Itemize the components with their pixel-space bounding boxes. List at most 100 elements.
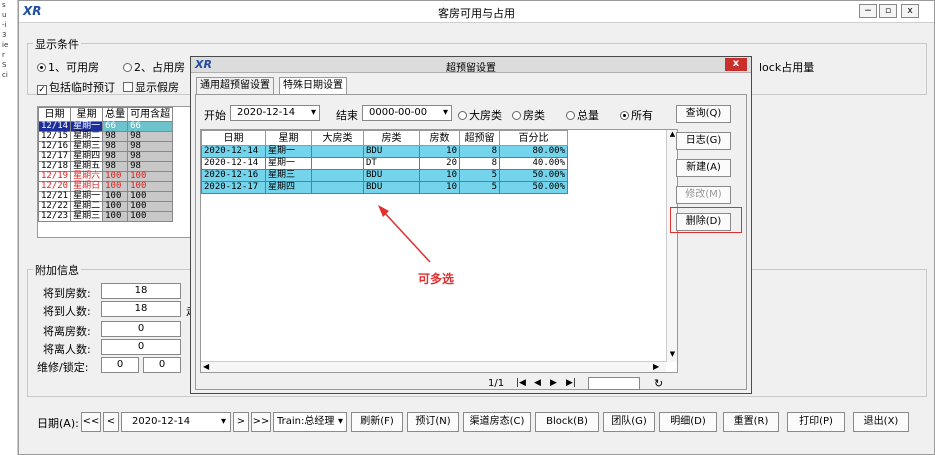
refresh-button[interactable]: 刷新(F) (351, 412, 403, 432)
scroll-down-icon[interactable]: ▼ (667, 350, 677, 358)
radio-occupied[interactable]: 2、占用房 (123, 59, 185, 75)
maint-label: 维修/锁定: (37, 361, 89, 374)
grid-row[interactable]: 12/14 星期一 66 66 (38, 121, 174, 132)
check-show-fake[interactable]: 显示假房 (123, 79, 179, 95)
chevron-down-icon: ▾ (310, 107, 316, 118)
edge-glyph: S (2, 61, 7, 69)
filter-big-type[interactable]: 大房类 (458, 107, 502, 123)
grid-row[interactable]: 12/22 星期二 100 100 (38, 201, 174, 212)
grid-cell-date: 12/16 (38, 141, 72, 152)
first-date-button[interactable]: << (81, 412, 101, 432)
pager-prev-icon[interactable]: ◀ (534, 378, 541, 388)
reset-button[interactable]: 重置(R) (723, 412, 779, 432)
grid-row[interactable]: 12/19 星期六 100 100 (38, 171, 174, 182)
grid-row[interactable]: 12/18 星期五 98 98 (38, 161, 174, 172)
pager-input[interactable] (588, 377, 640, 390)
radio-available[interactable]: 1、可用房 (37, 59, 99, 75)
availability-grid[interactable]: 日期 星期 总量 可用含超 12/14 星期一 66 66 12/15 星期二 98 98 12… (37, 106, 209, 238)
maximize-button[interactable]: ▫ (879, 4, 897, 18)
prev-date-button[interactable]: < (103, 412, 119, 432)
arr-rooms-label: 将到房数: (43, 287, 91, 300)
special-cell-pct: 40.00% (499, 157, 568, 170)
grid-cell-total: 100 (102, 201, 129, 212)
group-button[interactable]: 团队(G) (603, 412, 655, 432)
radio-occupied-label: 2、占用房 (134, 61, 185, 74)
channel-status-button[interactable]: 渠道房态(C) (463, 412, 531, 432)
log-button[interactable]: 日志(G) (676, 132, 731, 150)
close-button[interactable]: x (901, 4, 919, 18)
radio-off-icon (123, 63, 132, 72)
check-include-temp[interactable]: ✓ 包括临时预订 (37, 79, 115, 95)
grid-row[interactable]: 12/16 星期三 98 98 (38, 141, 174, 152)
grid-cell-total: 66 (102, 121, 129, 132)
grid-cell-avail: 100 (127, 191, 174, 202)
grid-cell-week: 星期二 (70, 131, 104, 142)
special-date-row[interactable]: 2020-12-17 星期四 BDU 10 5 50.00% (201, 181, 568, 194)
tab-general-overbooking[interactable]: 通用超预留设置 (196, 77, 274, 95)
filter-all-label: 所有 (631, 109, 653, 122)
dcol-count: 房数 (419, 130, 460, 146)
grid-row[interactable]: 12/15 星期二 98 98 (38, 131, 174, 142)
user-select[interactable]: Train:总经理 ▾ (273, 412, 347, 432)
special-date-row[interactable]: 2020-12-14 星期一 DT 20 8 40.00% (201, 157, 568, 170)
block-button[interactable]: Block(B) (535, 412, 599, 432)
grid-cell-date: 12/14 (38, 121, 72, 132)
grid-row[interactable]: 12/17 星期四 98 98 (38, 151, 174, 162)
pager-last-icon[interactable]: ▶| (566, 378, 576, 388)
checkbox-unchecked-icon (123, 82, 133, 92)
pager-first-icon[interactable]: |◀ (516, 378, 526, 388)
grid-cell-avail: 100 (127, 171, 174, 182)
grid-cell-avail: 98 (127, 151, 174, 162)
new-button[interactable]: 新建(A) (676, 159, 731, 177)
special-date-row[interactable]: 2020-12-16 星期三 BDU 10 5 50.00% (201, 169, 568, 182)
query-button[interactable]: 查询(Q) (676, 105, 731, 123)
start-date-picker[interactable]: 2020-12-14 ▾ (230, 105, 320, 121)
minimize-button[interactable]: − (859, 4, 877, 18)
scroll-left-icon[interactable]: ◀ (203, 362, 209, 371)
special-cell-over: 5 (459, 169, 500, 182)
grid-cell-avail: 66 (127, 121, 174, 132)
dialog-close-button[interactable]: x (725, 58, 747, 71)
next-date-button[interactable]: > (233, 412, 249, 432)
tab-special-date[interactable]: 特殊日期设置 (279, 77, 347, 95)
grid-cell-total: 100 (102, 171, 129, 182)
filter-all[interactable]: 所有 (620, 107, 653, 123)
end-date-picker[interactable]: 0000-00-00 ▾ (362, 105, 452, 121)
start-date-value: 2020-12-14 (237, 107, 296, 118)
exit-button[interactable]: 退出(X) (853, 412, 909, 432)
detail-button[interactable]: 明细(D) (659, 412, 717, 432)
pager-next-icon[interactable]: ▶ (550, 378, 557, 388)
edge-glyph: u (2, 11, 7, 19)
special-cell-big (311, 157, 364, 170)
refresh-icon[interactable]: ↻ (654, 377, 663, 390)
grid-row[interactable]: 12/23 星期三 100 100 (38, 211, 174, 222)
special-cell-big (311, 145, 364, 158)
user-select-value: Train:总经理 (277, 416, 335, 427)
horizontal-scrollbar[interactable]: ◀ ▶ (201, 361, 666, 372)
special-cell-week: 星期四 (265, 181, 312, 194)
scroll-right-icon[interactable]: ▶ (653, 362, 659, 371)
bottom-date-picker[interactable]: 2020-12-14 ▾ (121, 412, 231, 432)
special-cell-over: 8 (459, 145, 500, 158)
grid-cell-avail: 98 (127, 161, 174, 172)
filter-room-type[interactable]: 房类 (512, 107, 545, 123)
col-avail: 可用含超 (127, 107, 174, 122)
maint-field-1: 0 (101, 357, 139, 373)
filter-total[interactable]: 总量 (566, 107, 599, 123)
maint-field-2: 0 (143, 357, 181, 373)
chevron-down-icon: ▾ (442, 107, 448, 118)
radio-on-icon (37, 63, 46, 72)
grid-cell-week: 星期二 (70, 201, 104, 212)
filter-room-type-label: 房类 (523, 109, 545, 122)
print-button[interactable]: 打印(P) (787, 412, 845, 432)
dcol-pct: 百分比 (499, 130, 568, 146)
last-date-button[interactable]: >> (251, 412, 271, 432)
special-date-row[interactable]: 2020-12-14 星期一 BDU 10 8 80.00% (201, 145, 568, 158)
booking-button[interactable]: 预订(N) (407, 412, 459, 432)
modify-button[interactable]: 修改(M) (676, 186, 731, 204)
grid-row[interactable]: 12/20 星期日 100 100 (38, 181, 174, 192)
grid-row[interactable]: 12/21 星期一 100 100 (38, 191, 174, 202)
radio-available-label: 1、可用房 (48, 61, 99, 74)
edge-glyph: 3 (2, 31, 7, 39)
chevron-down-icon: ▾ (337, 416, 343, 427)
